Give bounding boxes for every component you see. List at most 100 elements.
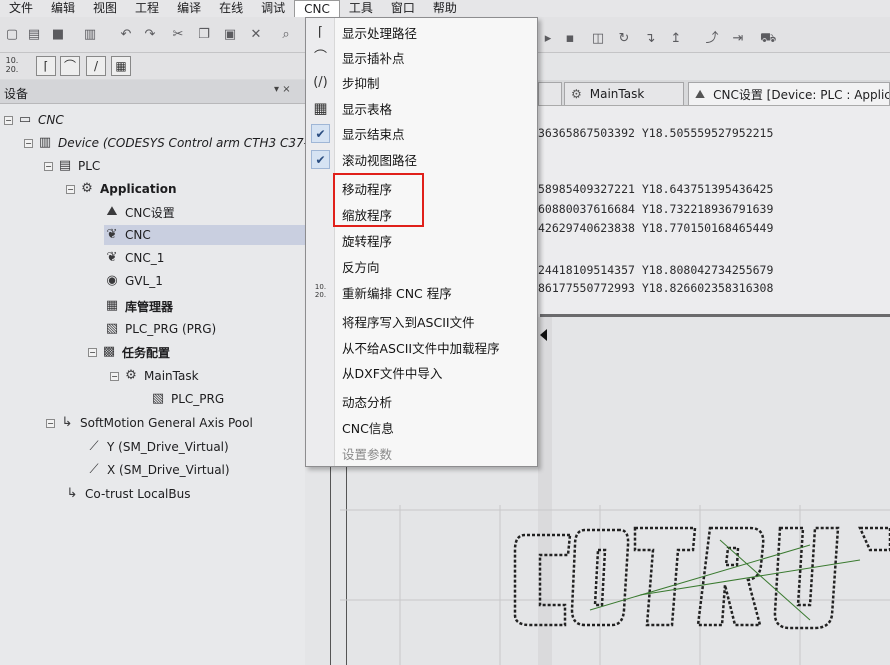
menu-online[interactable]: 在线	[210, 0, 252, 17]
tree-node-axis-x[interactable]: ⟋ X (SM_Drive_Virtual)	[86, 460, 229, 480]
print-icon[interactable]: ▥	[82, 27, 98, 43]
menu-item-import-dxf[interactable]: 从DXF文件中导入	[306, 360, 537, 385]
tree-node-maintask-plc-prg[interactable]: ▧ PLC_PRG	[150, 389, 224, 409]
tree-node-axis-pool[interactable]: − ↳ SoftMotion General Axis Pool	[46, 413, 253, 433]
step-over-icon[interactable]: ↻	[616, 31, 632, 47]
breakpoint-icon[interactable]: ◫	[590, 31, 606, 47]
collapse-arrow-icon[interactable]	[540, 329, 547, 341]
devices-panel-title: 设备	[4, 87, 29, 101]
collapse-icon[interactable]: −	[44, 161, 53, 171]
paste-icon[interactable]: ▣	[222, 27, 238, 43]
step-suppress-toolbar-icon[interactable]: /	[86, 56, 106, 76]
menu-item-show-processing-path[interactable]: ⌈ 显示处理路径	[306, 20, 537, 45]
tree-node-cnc-1[interactable]: ❦ CNC_1	[104, 248, 165, 268]
tree-node-cnc-project[interactable]: − ▭ CNC	[4, 110, 64, 130]
panel-pin-icon[interactable]: ▾ ×	[274, 84, 291, 95]
program-line: 42629740623838 Y18.770150168465449	[538, 221, 774, 235]
axis-pool-icon: ↳	[61, 415, 73, 430]
menu-help[interactable]: 帮助	[424, 0, 466, 17]
undo-icon[interactable]: ↶	[118, 27, 134, 43]
tree-node-axis-y[interactable]: ⟋ Y (SM_Drive_Virtual)	[86, 437, 228, 457]
collapse-icon[interactable]: −	[46, 418, 55, 428]
menu-item-show-end-points[interactable]: ✔ 显示结束点	[306, 121, 537, 146]
tab-maintask[interactable]: ⚙ MainTask	[564, 82, 684, 105]
check-icon: ✔	[311, 124, 330, 143]
tree-node-application[interactable]: − ⚙ Application	[66, 179, 177, 199]
tree-node-task-config[interactable]: − ▩ 任务配置	[88, 342, 170, 362]
menu-cnc[interactable]: CNC	[294, 0, 340, 17]
play-icon[interactable]: ▸	[540, 31, 556, 47]
open-folder-icon[interactable]: ▤	[26, 27, 42, 43]
cart-icon[interactable]: ⛟	[760, 31, 776, 47]
tree-node-cnc-settings[interactable]: ⛰ CNC设置	[104, 202, 175, 222]
project-icon: ▭	[18, 112, 32, 127]
interpolation-icon: ⌒	[313, 50, 327, 65]
application-icon: ⚙	[81, 181, 93, 196]
stop-icon[interactable]: ▪	[562, 31, 578, 47]
table-toolbar-icon[interactable]: ▦	[111, 56, 131, 76]
save-icon[interactable]: ■	[50, 27, 66, 43]
tree-node-device[interactable]: − ▥ Device (CODESYS Control arm CTH3 C37…	[24, 133, 331, 153]
menu-item-dynamic-analysis[interactable]: 动态分析	[306, 389, 537, 414]
tree-node-plc-prg[interactable]: ▧ PLC_PRG (PRG)	[104, 319, 216, 339]
collapse-icon[interactable]: −	[4, 115, 13, 125]
step-into-icon[interactable]: ↴	[642, 31, 658, 47]
tab-cnc-settings[interactable]: ⛰ CNC设置 [Device: PLC : Applic	[688, 82, 890, 105]
renumber-icon: 10. 20.	[314, 283, 327, 299]
menu-item-cnc-info[interactable]: CNC信息	[306, 415, 537, 440]
redo-icon[interactable]: ↷	[142, 27, 158, 43]
table-icon: ▦	[313, 99, 328, 117]
menu-build[interactable]: 编译	[168, 0, 210, 17]
menu-item-reverse-direction[interactable]: 反方向	[306, 254, 537, 279]
tree-node-localbus[interactable]: ↳ Co-trust LocalBus	[64, 484, 191, 504]
library-icon: ▦	[105, 298, 119, 313]
next-icon[interactable]: ⇥	[730, 31, 746, 47]
collapse-icon[interactable]: −	[110, 371, 119, 381]
menu-item-show-interpolation-points[interactable]: ⌒ 显示插补点	[306, 45, 537, 70]
menu-view[interactable]: 视图	[84, 0, 126, 17]
step-out-icon[interactable]: ↥	[668, 31, 684, 47]
menu-item-write-ascii[interactable]: 将程序写入到ASCII文件	[306, 309, 537, 334]
path-icon: ⌈	[317, 25, 324, 40]
tree-node-library-manager[interactable]: ▦ 库管理器	[104, 296, 173, 316]
menu-item-rotate-program[interactable]: 旋转程序	[306, 228, 537, 253]
menu-window[interactable]: 窗口	[382, 0, 424, 17]
interpolation-toolbar-icon[interactable]: ⌒	[60, 56, 80, 76]
menu-item-renumber-program[interactable]: 10. 20. 重新编排 CNC 程序	[306, 280, 537, 305]
new-file-icon[interactable]: ▢	[4, 27, 20, 43]
tree-node-cnc[interactable]: ❦ CNC	[104, 225, 305, 245]
cnc-settings-icon: ⛰	[106, 204, 118, 219]
menu-item-scroll-view-path[interactable]: ✔ 滚动视图路径	[306, 147, 537, 172]
copy-icon[interactable]: ❐	[196, 27, 212, 43]
menu-item-step-suppress[interactable]: (/) 步抑制	[306, 70, 537, 95]
program-line: 36365867503392 Y18.505559527952215	[538, 126, 774, 140]
menu-edit[interactable]: 编辑	[42, 0, 84, 17]
find-icon[interactable]: ⌕	[278, 27, 294, 43]
path-toolbar-icon[interactable]: ⌈	[36, 56, 56, 76]
menu-item-show-table[interactable]: ▦ 显示表格	[306, 96, 537, 121]
tree-node-plc[interactable]: − ▤ PLC	[44, 156, 100, 176]
cnc-program-text[interactable]: 36365867503392 Y18.505559527952215 58985…	[538, 106, 890, 314]
menu-project[interactable]: 工程	[126, 0, 168, 17]
collapse-icon[interactable]: −	[88, 347, 97, 357]
menu-debug[interactable]: 调试	[252, 0, 294, 17]
delete-icon[interactable]: ✕	[248, 27, 264, 43]
run-to-cursor-icon[interactable]: ⤴	[704, 31, 720, 47]
tab-cnc[interactable]	[538, 82, 562, 105]
annotation-highlight-box	[333, 173, 424, 227]
tree-node-gvl-1[interactable]: ◉ GVL_1	[104, 271, 163, 291]
cnc-dropdown-menu: ⌈ 显示处理路径 ⌒ 显示插补点 (/) 步抑制 ▦ 显示表格 ✔ 显示结束点 …	[305, 17, 538, 467]
devices-panel-header: 设备 ▾ ×	[0, 80, 305, 104]
cnc-toolbar: 10. 20. ⌈ ⌒ / ▦	[0, 53, 305, 79]
renumber-toolbar-icon[interactable]: 10. 20.	[2, 56, 22, 76]
cut-icon[interactable]: ✂	[170, 27, 186, 43]
menu-tools[interactable]: 工具	[340, 0, 382, 17]
editor-divider[interactable]	[540, 314, 890, 317]
pou-icon: ▧	[151, 391, 165, 406]
collapse-icon[interactable]: −	[66, 184, 75, 194]
check-icon: ✔	[311, 150, 330, 169]
tree-node-maintask[interactable]: − ⚙ MainTask	[110, 366, 199, 386]
collapse-icon[interactable]: −	[24, 138, 33, 148]
menu-item-load-ascii[interactable]: 从不给ASCII文件中加载程序	[306, 335, 537, 360]
menu-file[interactable]: 文件	[0, 0, 42, 17]
